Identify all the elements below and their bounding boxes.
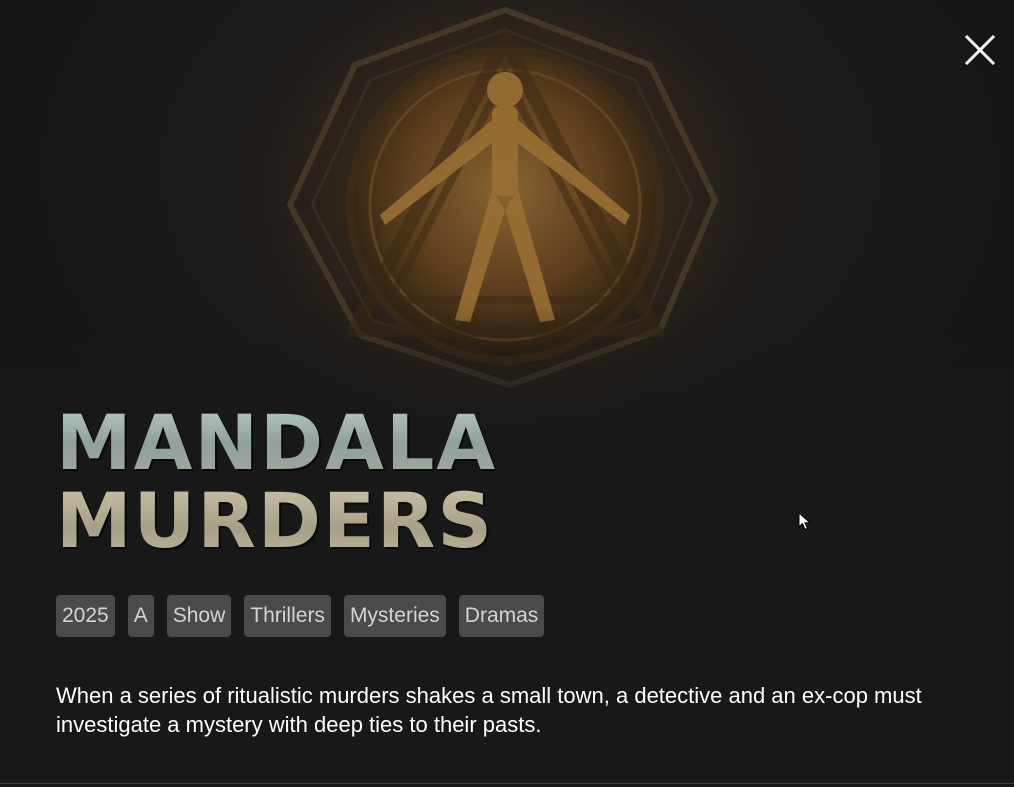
mouse-cursor-icon	[798, 512, 812, 531]
divider	[0, 783, 1014, 784]
tag-genre-dramas: Dramas	[458, 595, 545, 637]
tag-list: 2025 A Show Thrillers Mysteries Dramas	[56, 595, 545, 637]
title-logo-line1: MANDALA	[56, 404, 586, 482]
close-icon[interactable]	[958, 28, 1002, 72]
tag-year: 2025	[56, 595, 115, 637]
tag-genre-mysteries: Mysteries	[343, 595, 446, 637]
tag-type: Show	[166, 595, 232, 637]
title-logo-line2: MURDERS	[56, 482, 586, 560]
description: When a series of ritualistic murders sha…	[56, 683, 922, 737]
title-logo: MANDALA MURDERS	[56, 404, 586, 570]
tag-rating: A	[127, 595, 154, 637]
tag-genre-thrillers: Thrillers	[244, 595, 331, 637]
title-detail-modal: MANDALA MURDERS 2025 A Show Thrillers My…	[0, 0, 1014, 787]
